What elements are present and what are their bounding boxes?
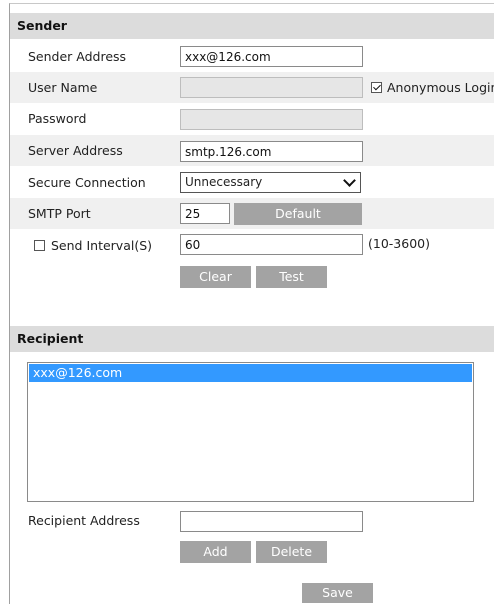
list-item[interactable]: xxx@126.com bbox=[29, 364, 472, 382]
default-button[interactable]: Default bbox=[234, 203, 362, 225]
recipient-list[interactable]: xxx@126.com bbox=[27, 362, 474, 502]
user-name-input[interactable] bbox=[180, 77, 363, 98]
password-label: Password bbox=[28, 111, 87, 126]
clear-button[interactable]: Clear bbox=[180, 266, 251, 288]
password-input[interactable] bbox=[180, 109, 363, 130]
recipient-section-header: Recipient bbox=[10, 326, 494, 352]
send-interval-checkbox[interactable] bbox=[34, 240, 45, 251]
smtp-port-label: SMTP Port bbox=[28, 206, 91, 221]
user-name-label: User Name bbox=[28, 80, 98, 95]
recipient-address-input[interactable] bbox=[180, 511, 363, 532]
recipient-address-label: Recipient Address bbox=[28, 513, 140, 528]
chevron-down-icon bbox=[343, 174, 356, 187]
send-interval-range: (10-3600) bbox=[368, 236, 430, 251]
secure-connection-label: Secure Connection bbox=[28, 175, 146, 190]
send-interval-input[interactable] bbox=[180, 234, 363, 255]
server-address-label: Server Address bbox=[28, 143, 123, 158]
sender-address-input[interactable] bbox=[180, 46, 363, 67]
anonymous-login-label: Anonymous Login bbox=[387, 80, 494, 95]
save-button[interactable]: Save bbox=[302, 583, 373, 603]
sender-section-header: Sender bbox=[10, 13, 494, 39]
send-interval-label: Send Interval(S) bbox=[51, 238, 153, 253]
secure-connection-select[interactable]: Unnecessary bbox=[180, 172, 361, 193]
server-address-input[interactable] bbox=[180, 141, 363, 162]
test-button[interactable]: Test bbox=[256, 266, 327, 288]
delete-button[interactable]: Delete bbox=[256, 541, 327, 563]
secure-connection-value: Unnecessary bbox=[185, 175, 263, 189]
add-button[interactable]: Add bbox=[180, 541, 251, 563]
anonymous-login-checkbox[interactable] bbox=[371, 82, 382, 93]
sender-address-label: Sender Address bbox=[28, 49, 127, 64]
smtp-port-input[interactable] bbox=[180, 203, 230, 224]
